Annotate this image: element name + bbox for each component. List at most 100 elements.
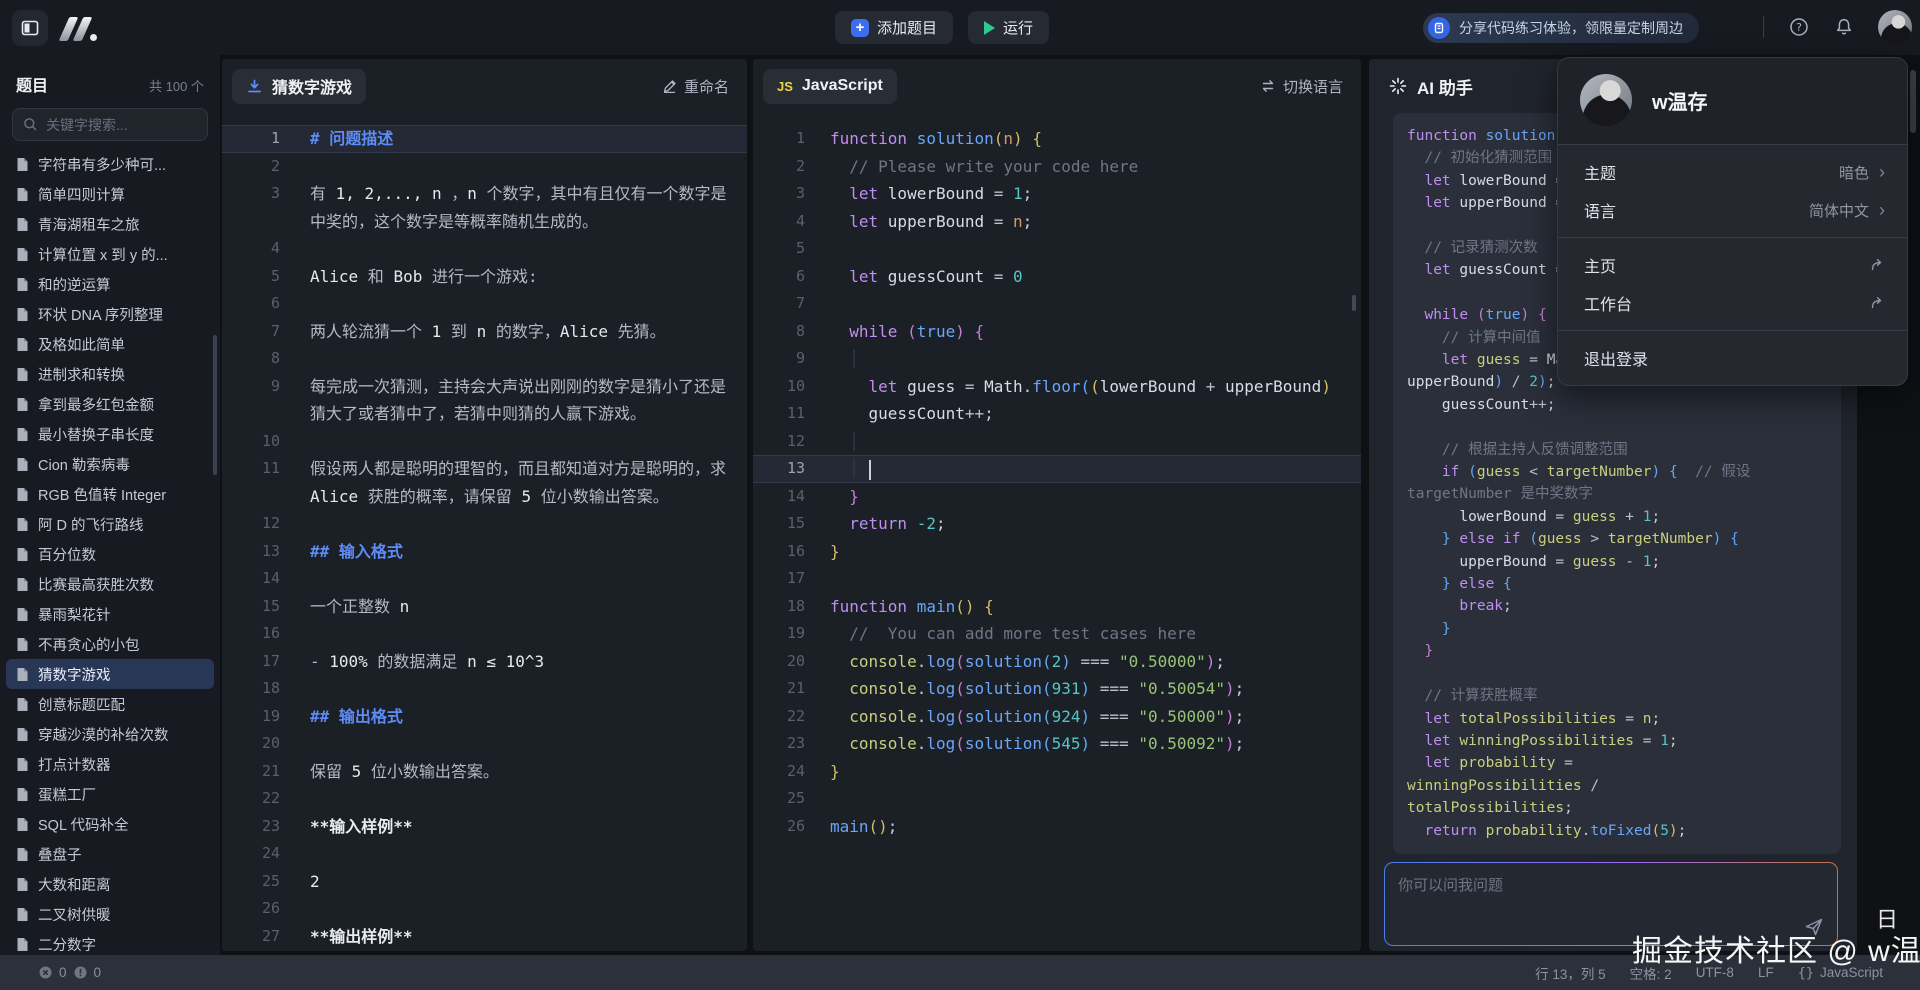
page-scrollbar[interactable] — [1910, 70, 1916, 133]
editor-line[interactable]: 26main(); — [753, 813, 1361, 841]
sidebar-item[interactable]: 进制求和转换 — [0, 359, 220, 389]
editor-line[interactable]: 11 guessCount++; — [753, 400, 1361, 428]
sidebar-item[interactable]: 及格如此简单 — [0, 329, 220, 359]
sidebar-item[interactable]: 拿到最多红包金额 — [0, 389, 220, 419]
editor-line[interactable]: 13 │ — [753, 455, 1361, 483]
editor-line[interactable]: 22 console.log(solution(924) === "0.5000… — [753, 703, 1361, 731]
sidebar-item[interactable]: 猜数字游戏 — [6, 659, 214, 689]
sidebar-item[interactable]: 蛋糕工厂 — [0, 779, 220, 809]
ai-chat-input[interactable] — [1398, 874, 1824, 918]
help-button[interactable]: ? — [1789, 17, 1809, 37]
sidebar-item[interactable]: 百分位数 — [0, 539, 220, 569]
sidebar-item[interactable]: 计算位置 x 到 y 的... — [0, 239, 220, 269]
sidebar-item[interactable]: 和的逆运算 — [0, 269, 220, 299]
editor-line[interactable]: 25 — [753, 785, 1361, 813]
sidebar-item[interactable]: 二叉树供暖 — [0, 899, 220, 929]
language-tab[interactable]: JS JavaScript — [763, 69, 897, 104]
sidebar-item[interactable]: Cion 勒索病毒 — [0, 449, 220, 479]
editor-line[interactable]: 6 let guessCount = 0 — [753, 263, 1361, 291]
editor-line[interactable]: 3 let lowerBound = 1; — [753, 180, 1361, 208]
editor-line[interactable]: 23**输入样例** — [222, 813, 747, 841]
sidebar-item[interactable]: 最小替换子串长度 — [0, 419, 220, 449]
editor-line[interactable]: 23 console.log(solution(545) === "0.5009… — [753, 730, 1361, 758]
sidebar-item[interactable]: 穿越沙漠的补给次数 — [0, 719, 220, 749]
editor-line[interactable]: 16} — [753, 538, 1361, 566]
editor-line[interactable]: 10 let guess = Math.floor((lowerBound + … — [753, 373, 1361, 401]
menu-item-logout[interactable]: 退出登录 — [1558, 339, 1907, 377]
sidebar-item[interactable]: RGB 色值转 Integer — [0, 479, 220, 509]
sidebar-item[interactable]: 叠盘子 — [0, 839, 220, 869]
sidebar-item[interactable]: 不再贪心的小包 — [0, 629, 220, 659]
editor-line[interactable]: 18function main() { — [753, 593, 1361, 621]
editor-line[interactable]: 24} — [753, 758, 1361, 786]
cursor-position[interactable]: 行 13，列 5 — [1535, 963, 1606, 983]
menu-item-home[interactable]: 主页 — [1558, 246, 1907, 284]
sidebar-item[interactable]: 创意标题匹配 — [0, 689, 220, 719]
editor-line[interactable]: 14 — [222, 565, 747, 593]
editor-line[interactable]: 17- 100% 的数据满足 n ≤ 10^3 — [222, 648, 747, 676]
editor-line[interactable]: 9 │ — [753, 345, 1361, 373]
editor-line[interactable]: 5Alice 和 Bob 进行一个游戏: — [222, 263, 747, 291]
editor-line[interactable]: 8 — [222, 345, 747, 373]
menu-item-workspace[interactable]: 工作台 — [1558, 284, 1907, 322]
sidebar-scrollbar[interactable] — [213, 335, 217, 475]
sidebar-item[interactable]: 字符串有多少种可... — [0, 149, 220, 179]
editor-line[interactable]: 2 // Please write your code here — [753, 153, 1361, 181]
sidebar-item[interactable]: 大数和距离 — [0, 869, 220, 899]
notifications-button[interactable] — [1834, 17, 1854, 37]
editor-line[interactable]: 20 — [222, 730, 747, 758]
sidebar-item[interactable]: 暴雨梨花针 — [0, 599, 220, 629]
editor-line[interactable]: 15一个正整数 n — [222, 593, 747, 621]
rename-button[interactable]: 重命名 — [662, 76, 729, 97]
editor-line[interactable]: 12 — [222, 510, 747, 538]
editor-line[interactable]: 4 — [222, 235, 747, 263]
editor-line[interactable]: 2 — [222, 153, 747, 181]
editor-line[interactable]: 6 — [222, 290, 747, 318]
editor-line[interactable]: 9每完成一次猜测，主持会大声说出刚刚的数字是猜小了还是猜大了或者猜中了，若猜中则… — [222, 373, 747, 428]
run-button[interactable]: 运行 — [968, 11, 1049, 44]
editor-line[interactable]: 19## 输出格式 — [222, 703, 747, 731]
editor-line[interactable]: 4 let upperBound = n; — [753, 208, 1361, 236]
editor-line[interactable]: 15 return -2; — [753, 510, 1361, 538]
switch-language-button[interactable]: 切换语言 — [1260, 76, 1343, 97]
sidebar-item[interactable]: 比赛最高获胜次数 — [0, 569, 220, 599]
editor-line[interactable]: 13## 输入格式 — [222, 538, 747, 566]
sidebar-item[interactable]: 青海湖租车之旅 — [0, 209, 220, 239]
editor-line[interactable]: 1function solution(n) { — [753, 125, 1361, 153]
promo-banner[interactable]: 分享代码练习体验，领限量定制周边 — [1423, 13, 1699, 43]
user-avatar[interactable] — [1878, 10, 1912, 44]
menu-item-theme[interactable]: 主题 暗色› — [1558, 153, 1907, 191]
editor-line[interactable]: 11假设两人都是聪明的理智的，而且都知道对方是聪明的，求 Alice 获胜的概率… — [222, 455, 747, 510]
editor-line[interactable]: 7 — [753, 290, 1361, 318]
editor-line[interactable]: 5 — [753, 235, 1361, 263]
sidebar-item[interactable]: 阿 D 的飞行路线 — [0, 509, 220, 539]
editor-line[interactable]: 10 — [222, 428, 747, 456]
editor-line[interactable]: 16 — [222, 620, 747, 648]
editor-line[interactable]: 26 — [222, 895, 747, 923]
sidebar-item[interactable]: SQL 代码补全 — [0, 809, 220, 839]
editor-line[interactable]: 21保留 5 位小数输出答案。 — [222, 758, 747, 786]
editor-line[interactable]: 252 — [222, 868, 747, 896]
editor-line[interactable]: 20 console.log(solution(2) === "0.50000"… — [753, 648, 1361, 676]
editor-line[interactable]: 14 } — [753, 483, 1361, 511]
sidebar-toggle-button[interactable] — [12, 10, 48, 46]
search-box[interactable] — [12, 108, 208, 141]
editor-line[interactable]: 12 │ — [753, 428, 1361, 456]
editor-line[interactable]: 3有 1, 2,..., n ，n 个数字，其中有且仅有一个数字是中奖的，这个数… — [222, 180, 747, 235]
editor-line[interactable]: 27**输出样例** — [222, 923, 747, 951]
editor-line[interactable]: 24 — [222, 840, 747, 868]
editor-line[interactable]: 8 while (true) { — [753, 318, 1361, 346]
editor-line[interactable]: 1# 问题描述 — [222, 125, 747, 153]
editor-line[interactable]: 21 console.log(solution(931) === "0.5005… — [753, 675, 1361, 703]
editor-line[interactable]: 17 — [753, 565, 1361, 593]
editor-line[interactable]: 22 — [222, 785, 747, 813]
menu-item-language[interactable]: 语言 简体中文› — [1558, 191, 1907, 229]
sidebar-item[interactable]: 简单四则计算 — [0, 179, 220, 209]
search-input[interactable] — [46, 117, 196, 133]
editor-line[interactable]: 18 — [222, 675, 747, 703]
editor-line[interactable]: 19 // You can add more test cases here — [753, 620, 1361, 648]
app-logo[interactable] — [64, 15, 97, 41]
code-scrollbar[interactable] — [1352, 295, 1356, 311]
sidebar-item[interactable]: 环状 DNA 序列整理 — [0, 299, 220, 329]
add-question-button[interactable]: + 添加题目 — [835, 11, 953, 44]
